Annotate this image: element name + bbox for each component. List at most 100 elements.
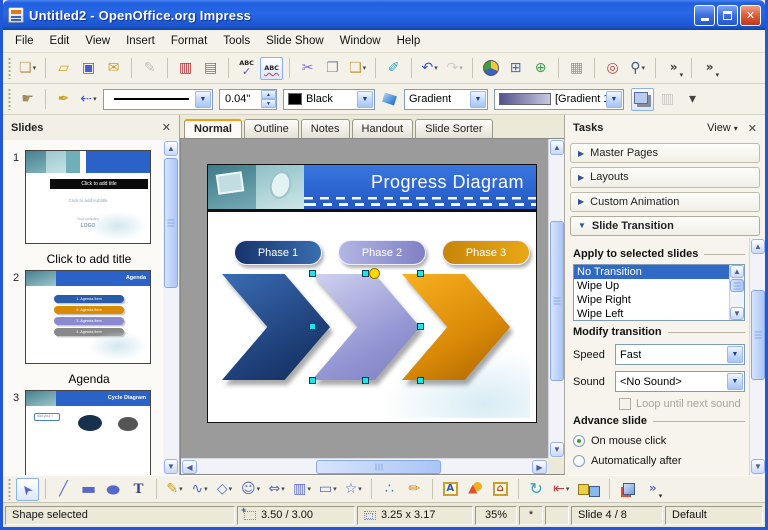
- menu-item-help[interactable]: Help: [389, 32, 429, 50]
- navigator-icon[interactable]: ◎: [601, 57, 624, 80]
- sound-select[interactable]: <No Sound> ▼: [615, 371, 745, 392]
- format-paintbrush-icon[interactable]: ✐: [382, 57, 405, 80]
- block-arrows-icon[interactable]: ⇔▾: [265, 478, 288, 501]
- gradient-select[interactable]: [Gradient 1 ▼: [494, 89, 624, 110]
- toolbar-grip[interactable]: [7, 478, 12, 500]
- area-fill-icon[interactable]: [378, 88, 401, 111]
- dropdown-arrow-icon[interactable]: ▼: [727, 373, 743, 390]
- select-icon[interactable]: ➤: [16, 478, 39, 501]
- drawbar-overflow-icon[interactable]: »: [641, 478, 664, 501]
- dropdown-arrow-icon[interactable]: ▾: [363, 64, 367, 72]
- tasks-view-button[interactable]: View ▾: [707, 122, 738, 134]
- cut-icon[interactable]: ✂: [296, 57, 319, 80]
- selection-handle[interactable]: [362, 270, 369, 277]
- shadow-icon[interactable]: [631, 88, 654, 111]
- copy-icon[interactable]: ❐: [321, 57, 344, 80]
- selection-handle[interactable]: [362, 377, 369, 384]
- new-icon[interactable]: ❏▾: [16, 57, 39, 80]
- menu-item-tools[interactable]: Tools: [215, 32, 258, 50]
- tab-handout[interactable]: Handout: [352, 119, 414, 138]
- slide-editing-area[interactable]: Progress Diagram Phase 1 Phase 2 Phase 3: [207, 164, 537, 423]
- tab-slide-sorter[interactable]: Slide Sorter: [415, 119, 492, 138]
- curve-icon[interactable]: ✎▾: [163, 478, 186, 501]
- transition-option[interactable]: Wipe Up: [574, 279, 729, 293]
- symbol-shapes-icon[interactable]: ☺▾: [238, 478, 263, 501]
- scroll-down-icon[interactable]: ▼: [751, 459, 765, 474]
- arrange-icon[interactable]: ▾: [575, 478, 604, 501]
- selection-handle[interactable]: [417, 377, 424, 384]
- slide-2-thumbnail[interactable]: Agenda 1. Agenda Item2. Agenda Item3. Ag…: [25, 270, 151, 364]
- menu-item-edit[interactable]: Edit: [42, 32, 78, 50]
- dropdown-arrow-icon[interactable]: ▾: [281, 485, 285, 493]
- line-tool-icon[interactable]: ╱: [52, 478, 75, 501]
- dropdown-arrow-icon[interactable]: ▾: [307, 485, 311, 493]
- scroll-down-icon[interactable]: ▼: [164, 459, 178, 474]
- adjust-handle[interactable]: [369, 268, 380, 279]
- radio-unselected-icon[interactable]: [573, 455, 585, 467]
- tasks-panel-close-icon[interactable]: ✕: [748, 122, 757, 135]
- glue-points-icon[interactable]: ✏: [403, 478, 426, 501]
- dropdown-arrow-icon[interactable]: ▾: [93, 95, 97, 103]
- scrollbar-thumb[interactable]: [751, 290, 765, 380]
- phase-1-pill[interactable]: Phase 1: [234, 240, 322, 265]
- dropdown-arrow-icon[interactable]: ▾: [229, 485, 233, 493]
- dropdown-arrow-icon[interactable]: ▾: [358, 485, 362, 493]
- gallery-icon[interactable]: ⌂: [489, 478, 512, 501]
- slide-3-thumbnail[interactable]: Cycle Diagram add your t: [25, 390, 151, 475]
- fill-type-select[interactable]: Gradient ▼: [404, 89, 488, 110]
- toolbar-grip[interactable]: [7, 88, 12, 110]
- dropdown-arrow-icon[interactable]: ▾: [459, 64, 463, 72]
- scroll-right-icon[interactable]: ▶: [532, 460, 547, 474]
- edit-points-icon[interactable]: ∴: [378, 478, 401, 501]
- tasks-section-custom-animation[interactable]: ▶ Custom Animation: [570, 192, 760, 212]
- canvas-vertical-scrollbar[interactable]: ▲ ▼: [548, 139, 564, 458]
- slide-canvas[interactable]: Progress Diagram Phase 1 Phase 2 Phase 3: [180, 138, 564, 475]
- save-icon[interactable]: ▣: [77, 57, 100, 80]
- slides-scrollbar[interactable]: ▲ ▼: [163, 140, 179, 475]
- slides-panel-close-icon[interactable]: ✕: [162, 121, 171, 134]
- toolbar-grip[interactable]: [7, 57, 12, 79]
- dropdown-arrow-icon[interactable]: ▾: [333, 485, 337, 493]
- tasks-section-master-pages[interactable]: ▶ Master Pages: [570, 143, 760, 163]
- tasks-scrollbar[interactable]: ▲ ▼: [749, 238, 765, 475]
- dropdown-arrow-icon[interactable]: ▾: [590, 485, 594, 493]
- menu-item-slide-show[interactable]: Slide Show: [258, 32, 332, 50]
- advance-option-automatic[interactable]: Automatically after: [573, 455, 745, 467]
- scroll-up-icon[interactable]: ▲: [164, 141, 178, 156]
- selection-handle[interactable]: [309, 270, 316, 277]
- scroll-up-icon[interactable]: ▲: [751, 239, 765, 254]
- extrusion-icon[interactable]: [616, 478, 639, 501]
- dropdown-arrow-icon[interactable]: ▾: [434, 64, 438, 72]
- line-color-select[interactable]: Black ▼: [283, 89, 375, 110]
- dropdown-arrow-icon[interactable]: ▼: [727, 346, 743, 363]
- line-icon[interactable]: ✒: [52, 88, 75, 111]
- zoom-level-cell[interactable]: 35%: [475, 506, 517, 525]
- rectangle-icon[interactable]: ▬: [77, 478, 100, 501]
- dropdown-arrow-icon[interactable]: ▼: [195, 91, 211, 108]
- dropdown-arrow-icon[interactable]: ▾: [179, 485, 183, 493]
- transition-option[interactable]: No Transition: [574, 265, 729, 279]
- line-width-spinner[interactable]: 0.04" ▲ ▼: [219, 89, 277, 110]
- spellcheck-icon[interactable]: ABC: [235, 57, 258, 80]
- scroll-down-icon[interactable]: ▼: [550, 442, 564, 457]
- canvas-horizontal-scrollbar[interactable]: ◀ ▶: [181, 458, 548, 474]
- selection-handle[interactable]: [309, 323, 316, 330]
- menu-item-view[interactable]: View: [77, 32, 118, 50]
- text-icon[interactable]: T: [127, 478, 150, 501]
- scrollbar-thumb[interactable]: [164, 158, 178, 288]
- open-icon[interactable]: ▱: [52, 57, 75, 80]
- transition-listbox[interactable]: No TransitionWipe UpWipe RightWipe Left …: [573, 264, 745, 321]
- autospellcheck-icon[interactable]: ABC: [260, 57, 283, 80]
- scroll-down-icon[interactable]: ▼: [730, 307, 744, 320]
- hyperlink-icon[interactable]: ⊕: [529, 57, 552, 80]
- dropdown-arrow-icon[interactable]: ▾: [33, 64, 37, 72]
- scrollbar-thumb[interactable]: [550, 221, 564, 381]
- tab-outline[interactable]: Outline: [244, 119, 299, 138]
- star-icon[interactable]: ☆▾: [342, 478, 365, 501]
- grid-icon[interactable]: ▦: [565, 57, 588, 80]
- transition-option[interactable]: Wipe Left: [574, 307, 729, 321]
- menu-item-file[interactable]: File: [7, 32, 42, 50]
- alignment-icon[interactable]: ⇤▾: [550, 478, 573, 501]
- menu-item-window[interactable]: Window: [332, 32, 389, 50]
- transition-option[interactable]: Wipe Right: [574, 293, 729, 307]
